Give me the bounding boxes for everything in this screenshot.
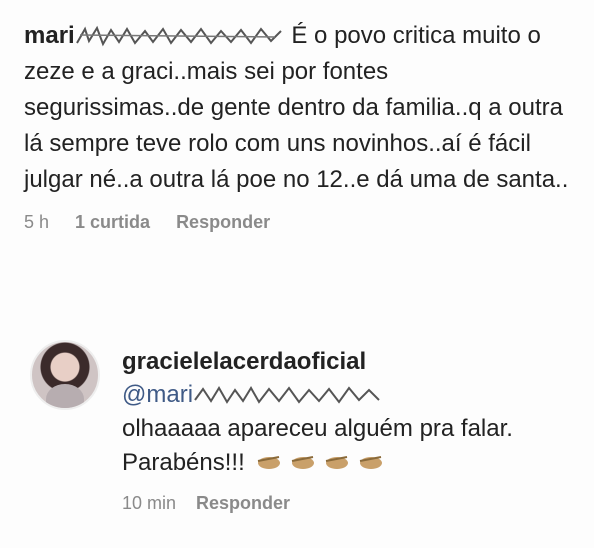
- reply-text: @mari olhaaaaa apareceu alguém pra falar…: [122, 378, 562, 483]
- reply-mention[interactable]: @mari: [122, 381, 193, 408]
- clapping-hands-icon: [255, 449, 285, 483]
- clapping-hands-icon: [323, 449, 353, 483]
- redaction-scribble: [193, 384, 383, 404]
- clapping-hands-icon: [357, 449, 387, 483]
- reply-time: 10 min: [122, 493, 177, 513]
- reply-body: gracielelacerdaoficial @mari olhaaaaa ap…: [122, 346, 562, 514]
- clapping-hands-icon: [289, 449, 319, 483]
- reply-meta: 10 min Responder: [122, 493, 562, 514]
- comment-text: mari É o povo critica muito o zeze e a g…: [24, 18, 569, 198]
- reply-reply-button[interactable]: Responder: [196, 493, 290, 514]
- avatar[interactable]: [30, 340, 100, 410]
- comment-meta: 5 h 1 curtida Responder: [24, 212, 569, 233]
- comment-time: 5 h: [24, 212, 50, 232]
- redaction-scribble: [75, 25, 285, 47]
- comment: mari É o povo critica muito o zeze e a g…: [24, 18, 569, 233]
- comment-likes[interactable]: 1 curtida: [75, 212, 150, 233]
- reply-username[interactable]: gracielelacerdaoficial: [122, 346, 562, 378]
- comment-reply-button[interactable]: Responder: [176, 212, 270, 233]
- comment-username[interactable]: mari: [24, 22, 75, 49]
- comment-body: É o povo critica muito o zeze e a graci.…: [24, 22, 569, 193]
